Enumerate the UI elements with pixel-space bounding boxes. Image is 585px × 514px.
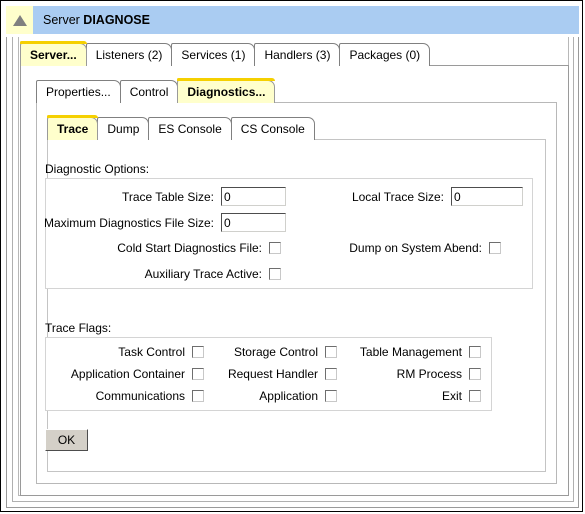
trace-flags-group-label: Trace Flags: xyxy=(45,321,112,335)
maximum-diagnostics-file-size-label: Maximum Diagnostics File Size: xyxy=(43,215,214,230)
cold-start-diagnostics-file-checkbox[interactable] xyxy=(269,242,281,254)
maximum-diagnostics-file-size-input[interactable] xyxy=(221,213,286,232)
trace-flag-application-checkbox[interactable] xyxy=(325,390,337,402)
tab-server-label: Server... xyxy=(30,48,77,62)
trace-flag-table-management-checkbox[interactable] xyxy=(469,346,481,358)
trace-flag-task-control-checkbox[interactable] xyxy=(192,346,204,358)
tab-diagnostics[interactable]: Diagnostics... xyxy=(177,78,276,103)
tab-properties-label: Properties... xyxy=(46,85,111,99)
trace-table-size-input[interactable] xyxy=(221,187,286,206)
tab-server[interactable]: Server... xyxy=(20,41,87,66)
trace-flag-table-management-label: Table Management xyxy=(359,345,462,359)
trace-flag-communications-checkbox[interactable] xyxy=(192,390,204,402)
tab-es-console-label: ES Console xyxy=(158,122,222,136)
tab-services[interactable]: Services (1) xyxy=(171,43,256,66)
tab-properties[interactable]: Properties... xyxy=(36,80,121,103)
cold-start-diagnostics-file-row: Cold Start Diagnostics File: xyxy=(56,241,281,255)
local-trace-size-row: Local Trace Size: xyxy=(301,187,523,206)
trace-flag-request-handler: Request Handler xyxy=(208,367,341,381)
local-trace-size-label: Local Trace Size: xyxy=(351,189,444,204)
tabstrip-level1: Server... Listeners (2) Services (1) Han… xyxy=(20,41,431,66)
trace-flag-exit-label: Exit xyxy=(441,389,462,403)
tab-control-label: Control xyxy=(129,85,169,99)
local-trace-size-input[interactable] xyxy=(451,187,523,206)
maximum-diagnostics-file-size-row: Maximum Diagnostics File Size: xyxy=(44,213,286,232)
tabstrip-level3: Trace Dump ES Console CS Console xyxy=(47,115,315,140)
trace-flag-table-management: Table Management xyxy=(341,345,485,359)
server-diagnose-window: Server DIAGNOSE Server... Listeners (2) … xyxy=(0,0,583,512)
tab-es-console[interactable]: ES Console xyxy=(148,117,232,140)
tabstrip-level2: Properties... Control Diagnostics... xyxy=(36,78,276,103)
trace-flag-request-handler-checkbox[interactable] xyxy=(325,368,337,380)
diagnostic-options-group-label: Diagnostic Options: xyxy=(45,162,150,176)
tab-cs-console[interactable]: CS Console xyxy=(230,117,315,140)
trace-flag-storage-control-label: Storage Control xyxy=(233,345,318,359)
tab-dump[interactable]: Dump xyxy=(97,117,150,140)
tab-control[interactable]: Control xyxy=(119,80,179,103)
tab-dump-label: Dump xyxy=(107,122,140,136)
cold-start-diagnostics-file-label: Cold Start Diagnostics File: xyxy=(117,241,262,255)
window-titlebar: Server DIAGNOSE xyxy=(6,6,579,34)
window-title-name: DIAGNOSE xyxy=(83,13,150,27)
trace-flag-communications-label: Communications xyxy=(95,389,185,403)
trace-table-size-label: Trace Table Size: xyxy=(121,189,214,204)
dump-on-system-abend-label: Dump on System Abend: xyxy=(349,241,482,255)
trace-flag-communications: Communications xyxy=(53,389,208,403)
tab-trace[interactable]: Trace xyxy=(47,115,99,140)
trace-table-size-row: Trace Table Size: xyxy=(61,187,286,206)
trace-flag-request-handler-label: Request Handler xyxy=(227,367,318,381)
tab-listeners[interactable]: Listeners (2) xyxy=(85,43,173,66)
tab-trace-label: Trace xyxy=(57,122,89,136)
tab-packages[interactable]: Packages (0) xyxy=(339,43,431,66)
auxiliary-trace-active-label: Auxiliary Trace Active: xyxy=(144,267,262,281)
tab-listeners-label: Listeners (2) xyxy=(95,48,163,62)
tab-cs-console-label: CS Console xyxy=(240,122,305,136)
trace-flag-exit: Exit xyxy=(341,389,485,403)
tab-services-label: Services (1) xyxy=(181,48,246,62)
tab-handlers[interactable]: Handlers (3) xyxy=(254,43,341,66)
trace-flag-application-container-label: Application Container xyxy=(70,367,185,381)
dump-on-system-abend-row: Dump on System Abend: xyxy=(301,241,501,255)
window-title: Server DIAGNOSE xyxy=(43,13,150,27)
trace-flag-rm-process-label: RM Process xyxy=(396,367,462,381)
window-title-prefix: Server xyxy=(43,13,84,27)
trace-flag-application: Application xyxy=(208,389,341,403)
trace-flag-rm-process: RM Process xyxy=(341,367,485,381)
trace-flag-rm-process-checkbox[interactable] xyxy=(469,368,481,380)
trace-flag-storage-control-checkbox[interactable] xyxy=(325,346,337,358)
trace-flag-task-control-label: Task Control xyxy=(118,345,185,359)
tab-packages-label: Packages (0) xyxy=(349,48,421,62)
trace-flag-application-label: Application xyxy=(259,389,318,403)
trace-flag-task-control: Task Control xyxy=(53,345,208,359)
auxiliary-trace-active-row: Auxiliary Trace Active: xyxy=(56,267,281,281)
tab-handlers-label: Handlers (3) xyxy=(264,48,331,62)
trace-flag-application-container: Application Container xyxy=(53,367,208,381)
trace-flags-grid: Task Control Storage Control Table Manag… xyxy=(53,341,485,407)
auxiliary-trace-active-checkbox[interactable] xyxy=(269,268,281,280)
dump-on-system-abend-checkbox[interactable] xyxy=(489,242,501,254)
trace-flag-storage-control: Storage Control xyxy=(208,345,341,359)
trace-flag-exit-checkbox[interactable] xyxy=(469,390,481,402)
up-triangle-icon xyxy=(6,6,33,34)
ok-button[interactable]: OK xyxy=(45,429,88,451)
trace-flag-application-container-checkbox[interactable] xyxy=(192,368,204,380)
tab-diagnostics-label: Diagnostics... xyxy=(187,85,266,99)
